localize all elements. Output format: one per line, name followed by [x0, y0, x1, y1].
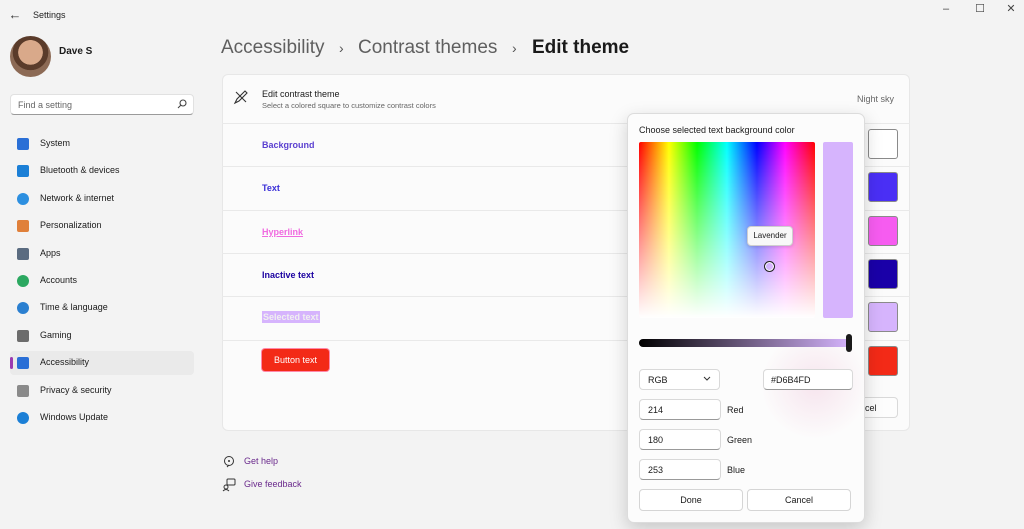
- sidebar-item-label: Accessibility: [40, 357, 90, 368]
- search-icon[interactable]: [177, 99, 187, 109]
- sidebar-item-accessibility[interactable]: Accessibility: [10, 351, 194, 376]
- pencil-ruler-icon: [233, 89, 249, 105]
- feedback-icon: [222, 478, 236, 492]
- shield-icon: [17, 384, 29, 397]
- apps-icon: [17, 247, 29, 260]
- green-input[interactable]: 180: [639, 429, 721, 450]
- color-mode-value: RGB: [648, 375, 668, 385]
- blue-input[interactable]: 253: [639, 459, 721, 480]
- breadcrumb-separator: ›: [512, 40, 517, 56]
- dialog-cancel-button[interactable]: Cancel: [747, 489, 851, 511]
- red-label: Red: [727, 405, 744, 415]
- row-label-background: Background: [262, 140, 315, 150]
- back-button[interactable]: ←: [8, 8, 22, 22]
- color-preview: [823, 142, 853, 318]
- color-swatch-text[interactable]: [868, 172, 898, 203]
- sidebar-item-privacy-security[interactable]: Privacy & security: [10, 379, 194, 403]
- user-name: Dave S: [59, 46, 93, 57]
- sidebar-item-label: Gaming: [40, 329, 72, 340]
- row-label-hyperlink: Hyperlink: [262, 226, 304, 237]
- color-mode-select[interactable]: RGB: [639, 369, 720, 390]
- hex-input[interactable]: #D6B4FD: [763, 369, 853, 390]
- sidebar-item-label: Bluetooth & devices: [40, 165, 120, 176]
- row-label-selected-text: Selected text: [262, 311, 320, 324]
- person-icon: [17, 275, 29, 287]
- minimize-button[interactable]: –: [936, 2, 956, 16]
- active-indicator: [10, 357, 13, 370]
- bluetooth-icon: [17, 165, 29, 178]
- sidebar-item-label: Windows Update: [40, 412, 109, 422]
- monitor-icon: [17, 138, 29, 150]
- color-swatch-background[interactable]: [868, 129, 898, 159]
- page-title: Edit theme: [532, 37, 630, 58]
- color-swatch-selected-text[interactable]: [868, 302, 898, 333]
- sidebar-item-label: Apps: [40, 247, 61, 258]
- breadcrumb-separator: ›: [339, 40, 344, 56]
- sidebar-item-label: Time & language: [40, 302, 108, 313]
- close-button[interactable]: ✕: [1001, 2, 1021, 16]
- sidebar-item-network-internet[interactable]: Network & internet: [10, 187, 194, 211]
- red-input[interactable]: 214: [639, 399, 721, 420]
- sidebar-item-label: System: [40, 138, 71, 148]
- sidebar-item-system[interactable]: System: [10, 132, 194, 156]
- app-title: Settings: [33, 10, 66, 20]
- sidebar-item-label: Network & internet: [40, 192, 115, 203]
- brush-icon: [17, 220, 29, 233]
- sidebar-item-time-language[interactable]: Time & language: [10, 296, 194, 320]
- brightness-slider[interactable]: [639, 339, 851, 347]
- sidebar-item-windows-update[interactable]: Windows Update: [10, 406, 194, 430]
- color-picker-handle[interactable]: [764, 261, 775, 272]
- slider-thumb[interactable]: [846, 334, 852, 352]
- wifi-icon: [17, 192, 29, 205]
- give-feedback-link[interactable]: Give feedback: [244, 479, 302, 489]
- search-input[interactable]: [18, 98, 168, 112]
- done-button[interactable]: Done: [639, 489, 743, 511]
- color-swatch-hyperlink[interactable]: [868, 215, 898, 246]
- row-label-inactive-text: Inactive text: [262, 269, 315, 280]
- avatar[interactable]: [10, 36, 51, 77]
- sidebar-item-gaming[interactable]: Gaming: [10, 324, 194, 348]
- help-icon: [222, 455, 236, 469]
- sidebar-item-label: Privacy & security: [40, 384, 112, 395]
- dialog-title: Choose selected text background color: [639, 125, 795, 135]
- editor-subtitle: Select a colored square to customize con…: [262, 101, 436, 110]
- maximize-button[interactable]: ☐: [970, 2, 990, 16]
- sidebar-item-accounts[interactable]: Accounts: [10, 269, 194, 293]
- accessibility-icon: [17, 357, 29, 370]
- editor-title: Edit contrast theme: [262, 89, 340, 99]
- chevron-down-icon: [703, 376, 711, 382]
- get-help-link[interactable]: Get help: [244, 456, 278, 466]
- update-icon: [17, 412, 29, 424]
- row-label-button-text: Button text: [262, 348, 330, 371]
- theme-name: Night sky: [857, 94, 895, 104]
- sidebar-item-label: Accounts: [40, 275, 78, 285]
- sidebar-item-personalization[interactable]: Personalization: [10, 214, 194, 238]
- search-box[interactable]: [10, 94, 194, 115]
- sidebar-item-label: Personalization: [40, 220, 102, 231]
- blue-label: Blue: [727, 465, 746, 475]
- breadcrumb-contrast-themes[interactable]: Contrast themes: [358, 37, 497, 59]
- controller-icon: [17, 329, 29, 342]
- sidebar-item-apps[interactable]: Apps: [10, 242, 194, 266]
- sidebar-item-bluetooth-devices[interactable]: Bluetooth & devices: [10, 159, 194, 183]
- color-name-tooltip: Lavender: [747, 226, 793, 246]
- color-swatch-inactive-text[interactable]: [868, 258, 898, 289]
- color-swatch-button-text[interactable]: [868, 345, 898, 376]
- green-label: Green: [727, 435, 753, 445]
- breadcrumb-accessibility[interactable]: Accessibility: [221, 37, 324, 59]
- globe-clock-icon: [17, 302, 29, 315]
- row-label-text: Text: [262, 183, 280, 194]
